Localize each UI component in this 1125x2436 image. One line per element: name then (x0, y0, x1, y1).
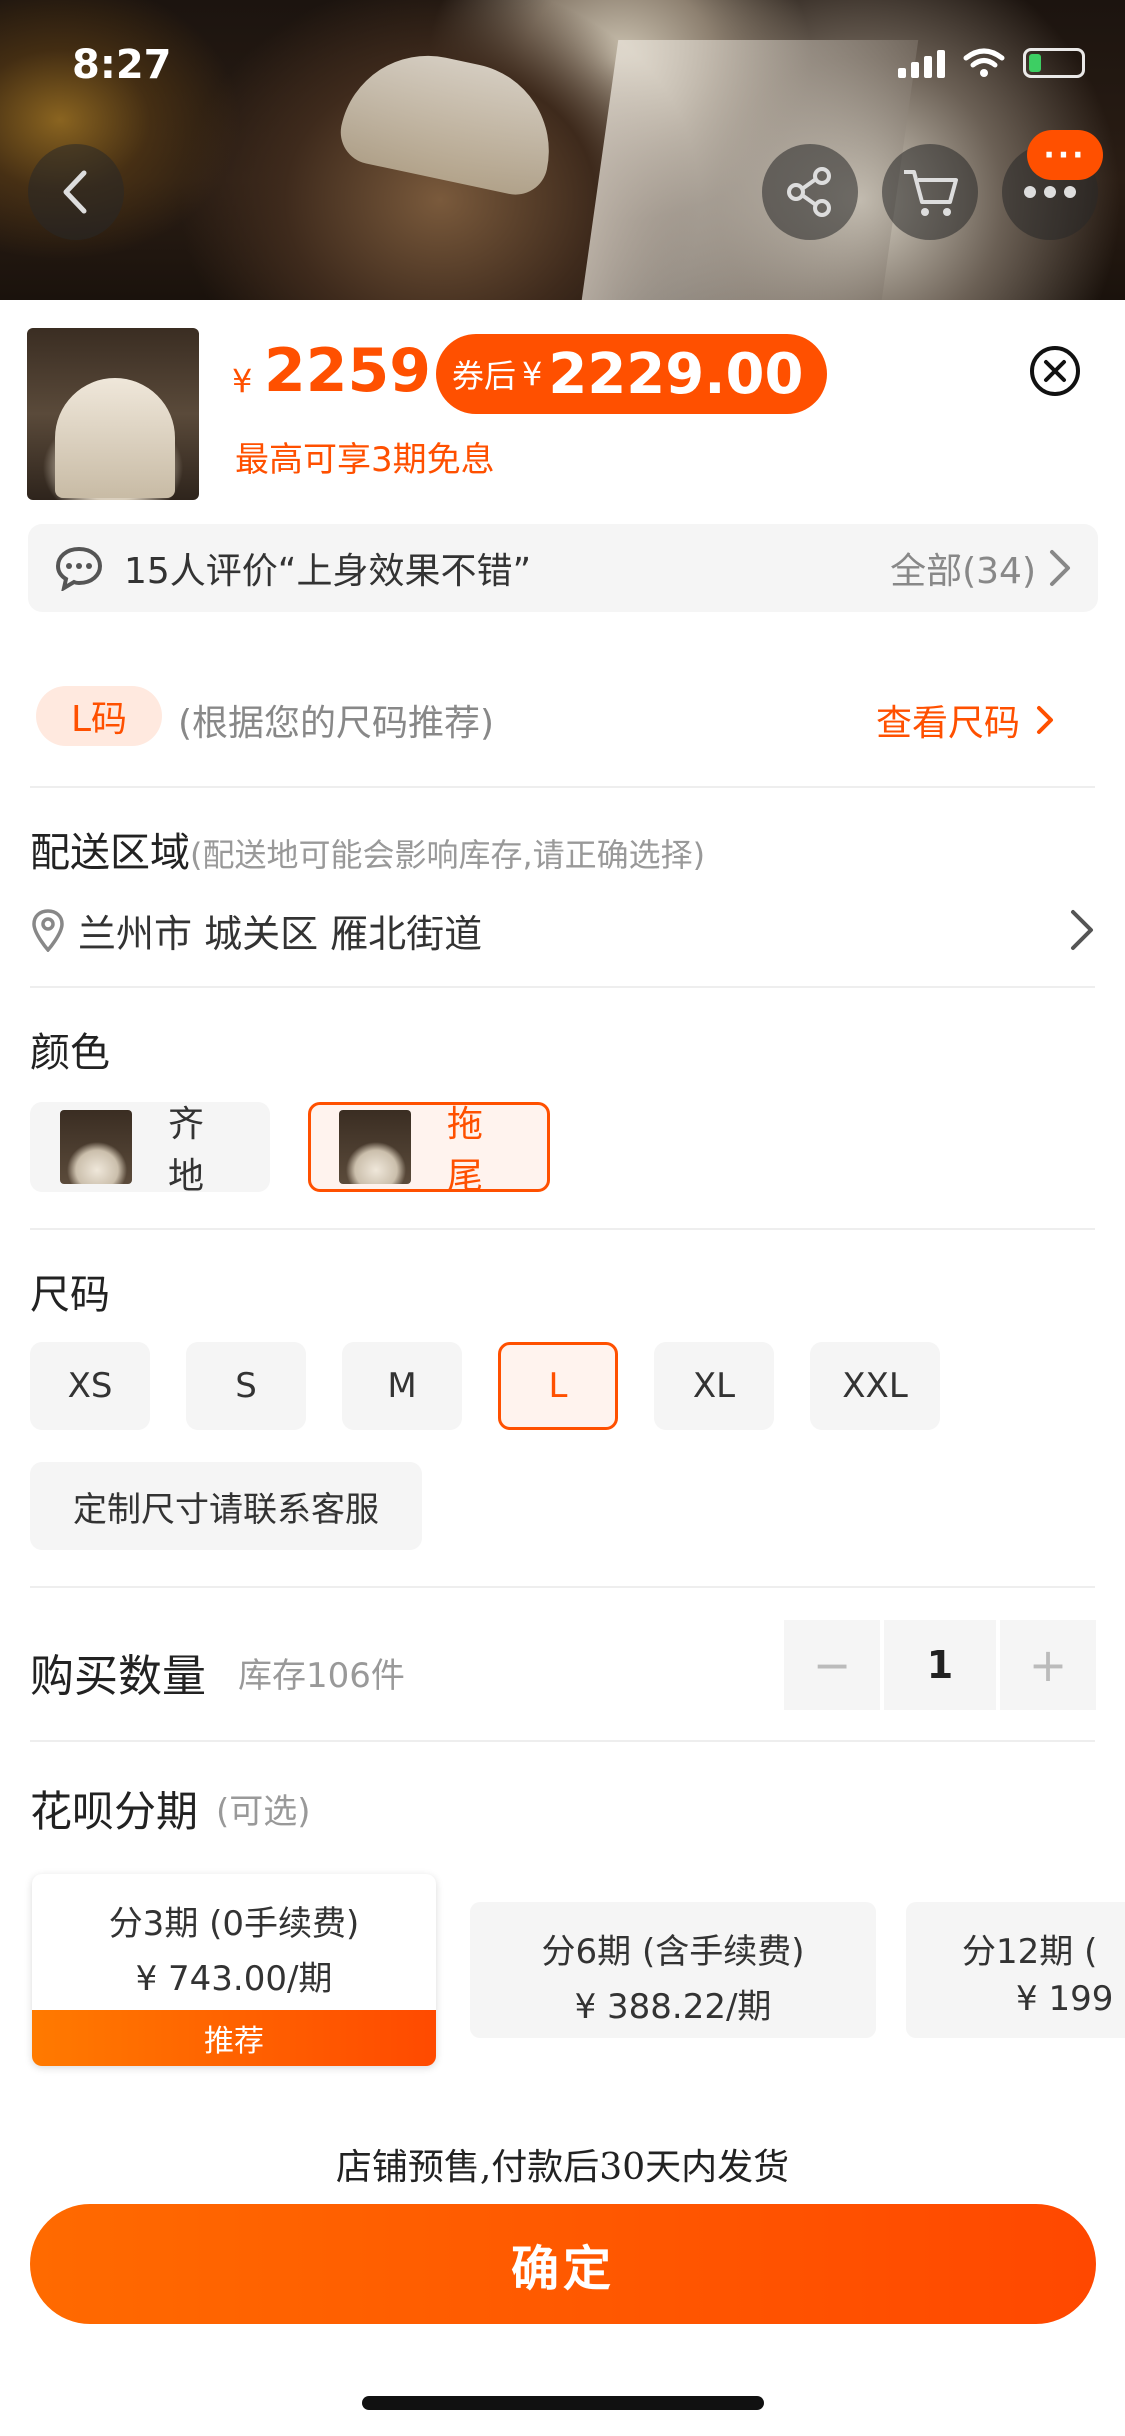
size-option-s[interactable]: S (186, 1342, 306, 1430)
size-option-xxl[interactable]: XXL (810, 1342, 940, 1430)
home-indicator[interactable] (362, 2396, 764, 2410)
color-section-title: 颜色 (30, 1030, 110, 1076)
view-size-chart-link[interactable]: 查看尺码 (876, 694, 1054, 746)
color-option-qidi[interactable]: 齐地 (30, 1102, 270, 1197)
color-thumbnail (60, 1110, 132, 1184)
divider (30, 786, 1095, 788)
installment-plan-3[interactable]: 分3期 (0手续费) ¥ 743.00/期 推荐 (32, 1874, 436, 2066)
size-section-title: 尺码 (30, 1272, 110, 1318)
review-summary-text: 15人评价“上身效果不错” (124, 551, 532, 592)
status-time: 8:27 (72, 42, 172, 88)
plan-term: 分3期 (0手续费) (108, 1904, 360, 1944)
divider (30, 1586, 1095, 1588)
plan-amount: ¥ 743.00/期 (135, 1959, 333, 1999)
presale-note: 店铺预售,付款后30天内发货 (335, 2147, 790, 2188)
hero-headpiece (334, 39, 566, 201)
plan-amount: ¥ 199 (1016, 1979, 1114, 2019)
delivery-title: 配送区域 (30, 830, 190, 876)
custom-size-button[interactable]: 定制尺寸请联系客服 (30, 1462, 422, 1550)
coupon-tag: 券后 (452, 357, 517, 395)
location-pin-icon (32, 909, 64, 952)
delivery-address: 兰州市 城关区 雁北街道 (78, 911, 483, 956)
installment-plan-12[interactable]: 分12期 ( ¥ 199 (906, 1902, 1125, 2038)
increase-button[interactable]: + (1000, 1620, 1096, 1710)
status-icons (898, 48, 1085, 78)
decrease-button[interactable]: − (784, 1620, 880, 1710)
hero-veil (581, 40, 919, 300)
recommend-badge: 推荐 (32, 2010, 436, 2066)
color-option-label: 齐地 (167, 1104, 204, 1197)
stock-count: 库存106件 (238, 1656, 405, 1696)
coupon-price-badge: 券后 ¥ 2229.00 (436, 334, 828, 414)
message-badge[interactable]: ··· (1027, 130, 1103, 180)
plan-term: 分12期 ( (962, 1932, 1098, 1972)
size-option-xl[interactable]: XL (654, 1342, 774, 1430)
divider (30, 1740, 1095, 1742)
installment-note: 最高可享3期免息 (235, 440, 495, 480)
color-option-tuowei[interactable]: 拖尾 (308, 1102, 550, 1197)
signal-icon (898, 48, 945, 78)
chevron-right-icon (1050, 550, 1070, 586)
divider (30, 986, 1095, 988)
color-thumbnail (339, 1110, 411, 1184)
color-option-label: 拖尾 (446, 1104, 483, 1197)
coupon-price: 2229.00 (548, 341, 804, 407)
product-thumbnail (27, 328, 199, 500)
review-summary-bar[interactable]: 15人评价“上身效果不错” 全部(34) (28, 524, 1098, 612)
plan-term: 分6期 (含手续费) (541, 1932, 805, 1972)
battery-icon (1023, 48, 1085, 78)
chevron-right-icon (1071, 910, 1093, 950)
cart-button[interactable] (882, 144, 978, 240)
recommended-size-tag: L码 (36, 686, 162, 746)
divider (30, 1228, 1095, 1230)
chevron-right-icon (1037, 706, 1054, 734)
back-button[interactable] (28, 144, 124, 240)
price-currency: ¥ (232, 362, 253, 400)
delivery-section-title: 配送区域(配送地可能会影响库存,请正确选择) (30, 820, 705, 878)
quantity-stepper: − 1 + (784, 1620, 1096, 1710)
size-option-m[interactable]: M (342, 1342, 462, 1430)
view-size-chart-label: 查看尺码 (876, 703, 1021, 744)
more-dots-icon (1024, 186, 1076, 198)
comment-icon (55, 546, 103, 591)
quantity-label: 购买数量 (30, 1651, 206, 1702)
size-recommend-hint: (根据您的尺码推荐) (178, 703, 495, 744)
wifi-icon (963, 48, 1005, 77)
share-icon (787, 167, 831, 217)
review-all-link[interactable]: 全部(34) (890, 542, 1036, 594)
confirm-button[interactable]: 确定 (30, 2204, 1096, 2324)
installment-plan-6[interactable]: 分6期 (含手续费) ¥ 388.22/期 (470, 1902, 876, 2038)
cart-icon (904, 170, 958, 216)
product-price: 2259 (264, 336, 431, 406)
huabei-optional: (可选) (216, 1792, 311, 1832)
share-button[interactable] (762, 144, 858, 240)
delivery-hint: (配送地可能会影响库存,请正确选择) (190, 836, 706, 874)
plan-amount: ¥ 388.22/期 (574, 1987, 772, 2027)
chevron-left-icon (63, 170, 87, 214)
size-option-l[interactable]: L (498, 1342, 618, 1430)
size-option-xs[interactable]: XS (30, 1342, 150, 1430)
close-icon (1044, 360, 1066, 382)
quantity-value[interactable]: 1 (884, 1620, 996, 1710)
close-button[interactable] (1030, 346, 1080, 396)
huabei-title: 花呗分期 (30, 1787, 199, 1836)
delivery-address-row[interactable]: 兰州市 城关区 雁北街道 (30, 900, 1095, 960)
coupon-currency: ¥ (522, 355, 543, 393)
